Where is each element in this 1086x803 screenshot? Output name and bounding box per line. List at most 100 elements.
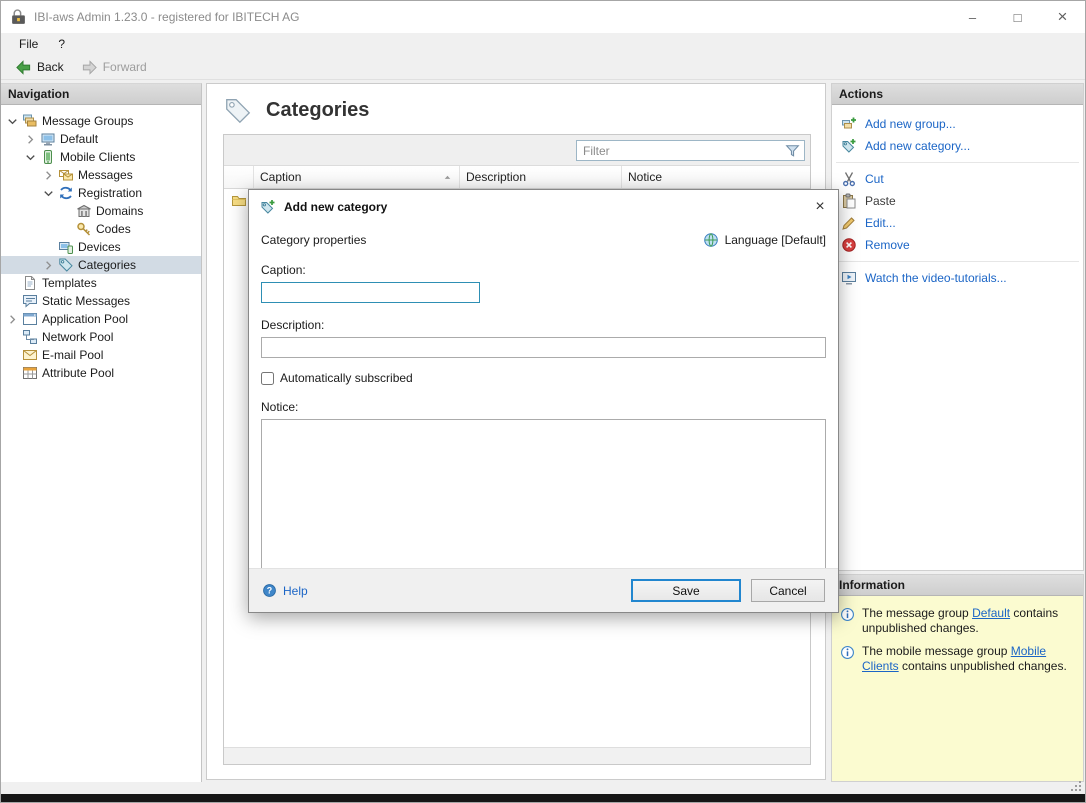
info-text: The mobile message group Mobile Clients …: [862, 644, 1074, 674]
info-link[interactable]: Default: [972, 606, 1010, 620]
action-label: Remove: [865, 238, 910, 252]
caption-input[interactable]: [261, 282, 480, 303]
tree-item-label: Categories: [78, 258, 136, 272]
resize-grip[interactable]: [1070, 780, 1082, 792]
chevron-down-icon[interactable]: [41, 186, 56, 201]
dialog-body: Category properties Language [Default] C…: [249, 232, 838, 572]
network-pool-icon: [22, 329, 38, 345]
description-input[interactable]: [261, 337, 826, 358]
column-row-icon[interactable]: [224, 166, 254, 188]
maximize-button[interactable]: □: [995, 1, 1040, 33]
notice-label: Notice:: [261, 400, 826, 414]
navigation-header: Navigation: [1, 84, 201, 105]
add-category-icon: [260, 199, 276, 215]
codes-icon: [76, 221, 92, 237]
chevron-spacer: [5, 366, 20, 381]
information-header: Information: [832, 575, 1083, 596]
attribute-pool-icon: [22, 365, 38, 381]
filter-input[interactable]: [577, 144, 784, 158]
add-category-dialog: Add new category × Category properties L…: [248, 189, 839, 613]
action-cut[interactable]: Cut: [832, 168, 1083, 190]
app-window: IBI-aws Admin 1.23.0 - registered for IB…: [0, 0, 1086, 803]
notice-textarea[interactable]: [261, 419, 826, 572]
close-button[interactable]: ×: [1040, 1, 1085, 33]
add-category-icon: [841, 138, 857, 154]
video-icon: [841, 270, 857, 286]
tree-item-static-messages[interactable]: Static Messages: [1, 292, 201, 310]
forward-button[interactable]: Forward: [74, 57, 154, 78]
chevron-spacer: [59, 204, 74, 219]
chevron-right-icon[interactable]: [41, 168, 56, 183]
chevron-right-icon[interactable]: [41, 258, 56, 273]
action-add-new-category[interactable]: Add new category...: [832, 135, 1083, 157]
tree-item-attribute-pool[interactable]: Attribute Pool: [1, 364, 201, 382]
column-description[interactable]: Description: [460, 166, 622, 188]
tree-item-devices[interactable]: Devices: [1, 238, 201, 256]
chevron-right-icon[interactable]: [23, 132, 38, 147]
tree-item-mobile-clients[interactable]: Mobile Clients: [1, 148, 201, 166]
add-group-icon: [841, 116, 857, 132]
window-title: IBI-aws Admin 1.23.0 - registered for IB…: [34, 10, 299, 24]
actions-panel: Actions Add new group...Add new category…: [831, 83, 1084, 571]
menu-file[interactable]: File: [9, 33, 48, 55]
action-watch-the-video-tutorials[interactable]: Watch the video-tutorials...: [832, 267, 1083, 289]
mobile-icon: [40, 149, 56, 165]
language-selector[interactable]: Language [Default]: [703, 232, 826, 248]
back-label: Back: [37, 60, 64, 74]
chevron-right-icon[interactable]: [5, 312, 20, 327]
horizontal-scrollbar[interactable]: [224, 747, 810, 764]
menu-help[interactable]: ?: [48, 33, 75, 55]
edit-icon: [841, 215, 857, 231]
help-label: Help: [283, 584, 308, 598]
column-notice[interactable]: Notice: [622, 166, 810, 188]
action-remove[interactable]: Remove: [832, 234, 1083, 256]
tree-item-network-pool[interactable]: Network Pool: [1, 328, 201, 346]
tree-item-label: Messages: [78, 168, 133, 182]
chevron-down-icon[interactable]: [5, 114, 20, 129]
email-pool-icon: [22, 347, 38, 363]
tree-item-messages[interactable]: Messages: [1, 166, 201, 184]
action-paste[interactable]: Paste: [832, 190, 1083, 212]
chevron-spacer: [59, 222, 74, 237]
action-add-new-group[interactable]: Add new group...: [832, 113, 1083, 135]
info-text: The message group Default contains unpub…: [862, 606, 1074, 636]
menubar: File ?: [1, 33, 1085, 55]
section-label: Category properties: [261, 233, 366, 247]
tree-item-default[interactable]: Default: [1, 130, 201, 148]
chevron-spacer: [5, 294, 20, 309]
column-caption[interactable]: Caption: [254, 166, 460, 188]
description-label: Description:: [261, 318, 826, 332]
filter-band: [224, 135, 810, 166]
tree-item-label: Templates: [42, 276, 97, 290]
funnel-icon[interactable]: [784, 142, 801, 159]
app-icon: [10, 9, 27, 26]
tree-item-message-groups[interactable]: Message Groups: [1, 112, 201, 130]
help-link[interactable]: ? Help: [262, 583, 308, 598]
minimize-button[interactable]: –: [950, 1, 995, 33]
auto-subscribed-checkbox[interactable]: [261, 372, 274, 385]
info-text-prefix: The mobile message group: [862, 644, 1011, 658]
action-label: Edit...: [865, 216, 896, 230]
tree-item-application-pool[interactable]: Application Pool: [1, 310, 201, 328]
devices-icon: [58, 239, 74, 255]
tree-item-templates[interactable]: Templates: [1, 274, 201, 292]
chevron-down-icon[interactable]: [23, 150, 38, 165]
window-controls: – □ ×: [950, 1, 1085, 33]
paste-icon: [841, 193, 857, 209]
tree-item-domains[interactable]: Domains: [1, 202, 201, 220]
cancel-button[interactable]: Cancel: [751, 579, 825, 602]
tree-item-e-mail-pool[interactable]: E-mail Pool: [1, 346, 201, 364]
tree-item-label: E-mail Pool: [42, 348, 103, 362]
info-item: The mobile message group Mobile Clients …: [832, 636, 1083, 674]
dialog-close-button[interactable]: ×: [802, 190, 838, 223]
language-label: Language [Default]: [725, 233, 826, 247]
back-button[interactable]: Back: [8, 57, 71, 78]
save-button[interactable]: Save: [631, 579, 741, 602]
actions-header: Actions: [832, 84, 1083, 105]
tree-item-codes[interactable]: Codes: [1, 220, 201, 238]
tree-item-categories[interactable]: Categories: [1, 256, 201, 274]
tree-item-registration[interactable]: Registration: [1, 184, 201, 202]
information-panel: Information The message group Default co…: [831, 574, 1084, 782]
action-edit[interactable]: Edit...: [832, 212, 1083, 234]
tree-item-label: Devices: [78, 240, 121, 254]
